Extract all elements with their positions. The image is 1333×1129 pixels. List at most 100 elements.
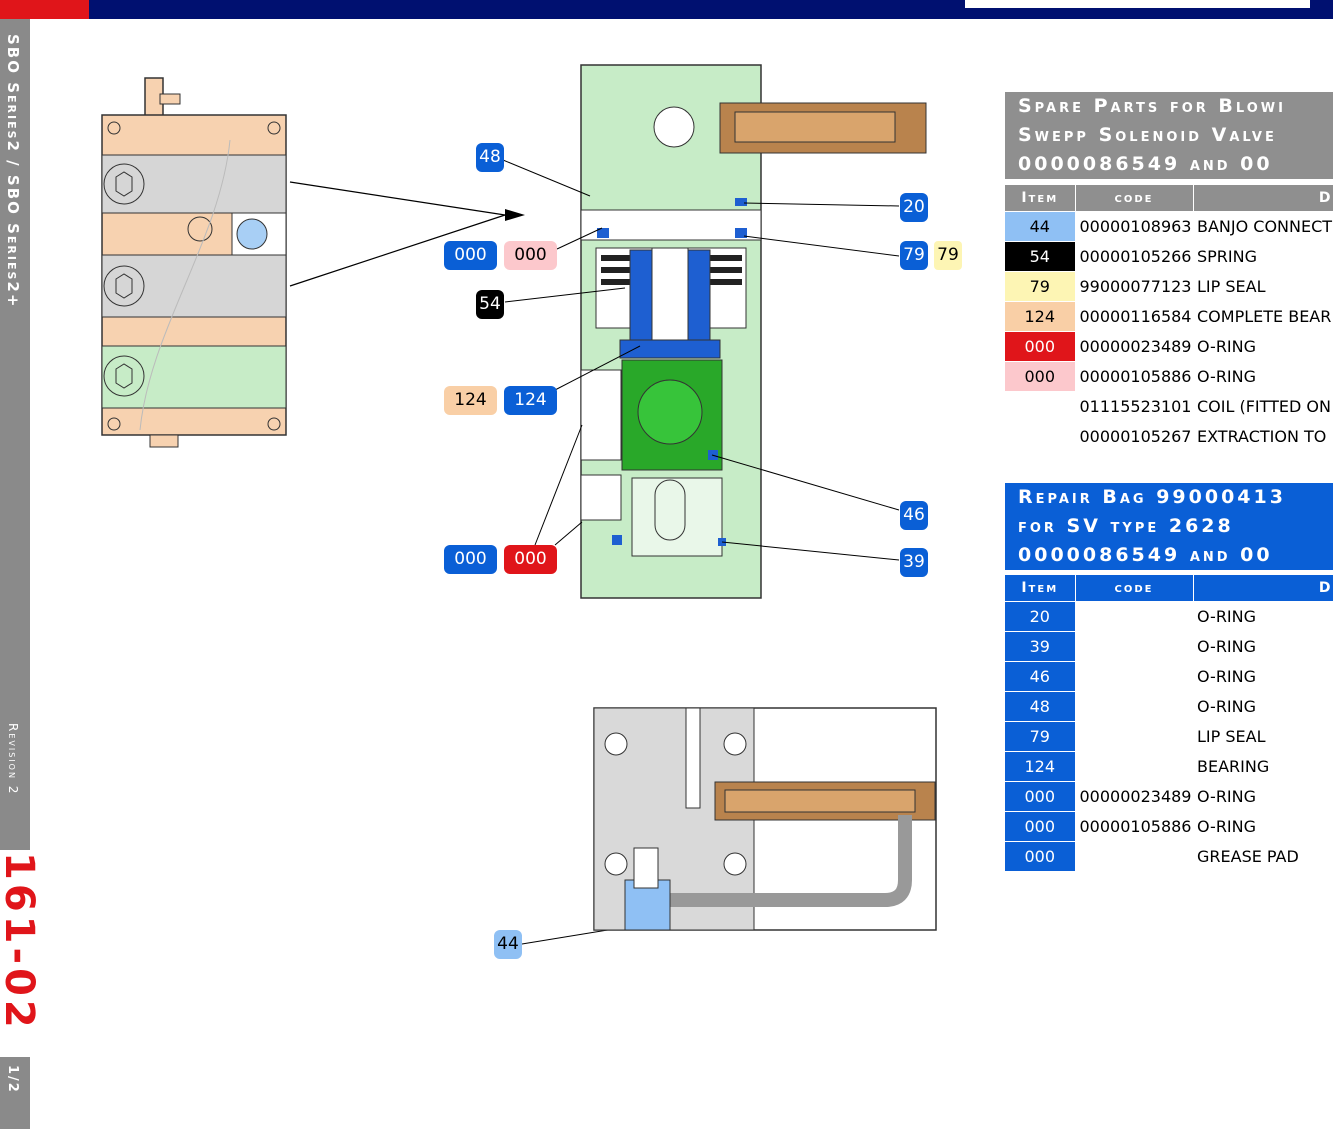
repair-bag-title-line-3: 0000086549 and 00 — [1018, 544, 1273, 566]
description-cell: O-RING — [1193, 811, 1333, 842]
item-cell — [1005, 391, 1076, 422]
item-cell: 39 — [1005, 631, 1076, 662]
description-cell: O-RING — [1193, 661, 1333, 692]
valve-section-drawing — [580, 64, 927, 599]
description-cell: SPRING — [1193, 241, 1333, 272]
callout-79: 79 — [900, 241, 928, 270]
description-cell: EXTRACTION TO — [1193, 421, 1333, 451]
callout-39: 39 — [900, 548, 928, 577]
table-row: 46 O-RING — [1005, 661, 1333, 692]
description-cell: LIP SEAL — [1193, 271, 1333, 302]
code-cell: 00000108963 — [1075, 211, 1193, 242]
callout-000-red: 000 — [504, 545, 557, 574]
table-row: 79 LIP SEAL — [1005, 721, 1333, 752]
spare-parts-title-line-2: Swepp Solenoid Valve — [1018, 124, 1277, 146]
col-desc: D — [1193, 185, 1333, 212]
table-row: 20 O-RING — [1005, 601, 1333, 632]
table-row: 000 00000105886 O-RING — [1005, 811, 1333, 842]
description-cell: O-RING — [1193, 601, 1333, 632]
item-cell: 000 — [1005, 781, 1076, 812]
item-cell: 000 — [1005, 331, 1076, 362]
item-cell: 79 — [1005, 721, 1076, 752]
code-cell: 00000105266 — [1075, 241, 1193, 272]
spare-parts-title: Spare Parts for Blowi Swepp Solenoid Val… — [1005, 92, 1333, 179]
repair-bag-title-line-1: Repair Bag 99000413 — [1018, 486, 1286, 508]
item-cell: 44 — [1005, 211, 1076, 242]
item-cell: 54 — [1005, 241, 1076, 272]
description-cell: LIP SEAL — [1193, 721, 1333, 752]
col-code: code — [1075, 575, 1194, 602]
callout-79-lipseal: 79 — [934, 241, 962, 270]
table-row: 01115523101 COIL (FITTED ON — [1005, 391, 1333, 422]
callout-54: 54 — [476, 290, 504, 319]
table-row: 00000105267 EXTRACTION TO — [1005, 421, 1333, 451]
col-code: code — [1075, 185, 1194, 212]
item-cell: 000 — [1005, 811, 1076, 842]
callout-000-blue-2: 000 — [444, 545, 497, 574]
description-cell: O-RING — [1193, 631, 1333, 662]
spare-parts-title-line-1: Spare Parts for Blowi — [1018, 95, 1286, 117]
item-cell: 48 — [1005, 691, 1076, 722]
item-cell: 46 — [1005, 661, 1076, 692]
item-cell: 20 — [1005, 601, 1076, 632]
table-row: 000 00000105886 O-RING — [1005, 361, 1333, 392]
repair-bag-title-line-2: for SV type 2628 — [1018, 515, 1234, 537]
item-cell: 000 — [1005, 841, 1076, 871]
code-cell: 99000077123 — [1075, 271, 1193, 302]
callout-000-pink: 000 — [504, 241, 557, 270]
description-cell: O-RING — [1193, 781, 1333, 812]
item-cell: 000 — [1005, 361, 1076, 392]
item-cell: 79 — [1005, 271, 1076, 302]
code-cell: 01115523101 — [1075, 391, 1193, 422]
repair-bag-table: Item code D 20 O-RING 39 O-RING 46 O-RING 48 O-… — [1005, 575, 1333, 871]
col-desc: D — [1193, 575, 1333, 602]
item-cell: 124 — [1005, 301, 1076, 332]
description-cell: O-RING — [1193, 331, 1333, 362]
description-cell: O-RING — [1193, 361, 1333, 392]
item-cell: 124 — [1005, 751, 1076, 782]
code-cell: 00000116584 — [1075, 301, 1193, 332]
table-row: 44 00000108963 BANJO CONNECT — [1005, 211, 1333, 242]
code-cell: 00000023489 — [1075, 331, 1193, 362]
code-cell: 00000105886 — [1075, 811, 1193, 842]
callout-44: 44 — [494, 930, 522, 959]
description-cell: BANJO CONNECT — [1193, 211, 1333, 242]
description-cell: COMPLETE BEAR — [1193, 301, 1333, 332]
description-cell: COIL (FITTED ON — [1193, 391, 1333, 422]
col-item: Item — [1005, 185, 1076, 212]
table-row: 124 BEARING — [1005, 751, 1333, 782]
valve-block-drawing — [101, 77, 287, 448]
description-cell: GREASE PAD — [1193, 841, 1333, 871]
table-row: 54 00000105266 SPRING — [1005, 241, 1333, 272]
code-cell — [1075, 691, 1193, 722]
repair-bag-title: Repair Bag 99000413 for SV type 2628 000… — [1005, 483, 1333, 570]
table-row: 39 O-RING — [1005, 631, 1333, 662]
code-cell: 00000105267 — [1075, 421, 1193, 451]
code-cell — [1075, 751, 1193, 782]
code-cell: 00000105886 — [1075, 361, 1193, 392]
col-item: Item — [1005, 575, 1076, 602]
callout-48: 48 — [476, 143, 504, 172]
table-row: 79 99000077123 LIP SEAL — [1005, 271, 1333, 302]
code-cell — [1075, 841, 1193, 871]
table-row: 48 O-RING — [1005, 691, 1333, 722]
code-cell — [1075, 721, 1193, 752]
code-cell: 00000023489 — [1075, 781, 1193, 812]
table-row: 000 GREASE PAD — [1005, 841, 1333, 871]
code-cell — [1075, 661, 1193, 692]
table-row: 124 00000116584 COMPLETE BEAR — [1005, 301, 1333, 332]
callout-124-blue: 124 — [504, 386, 557, 415]
spare-parts-table: Item code D 44 00000108963 BANJO CONNECT 54… — [1005, 185, 1333, 451]
callout-46: 46 — [900, 501, 928, 530]
callout-124-peach: 124 — [444, 386, 497, 415]
code-cell — [1075, 601, 1193, 632]
description-cell: O-RING — [1193, 691, 1333, 722]
banjo-detail-drawing — [593, 707, 937, 931]
spare-parts-title-line-3: 0000086549 and 00 — [1018, 153, 1273, 175]
item-cell — [1005, 421, 1076, 451]
callout-20: 20 — [900, 193, 928, 222]
table-row: 000 00000023489 O-RING — [1005, 331, 1333, 362]
description-cell: BEARING — [1193, 751, 1333, 782]
table-row: 000 00000023489 O-RING — [1005, 781, 1333, 812]
code-cell — [1075, 631, 1193, 662]
